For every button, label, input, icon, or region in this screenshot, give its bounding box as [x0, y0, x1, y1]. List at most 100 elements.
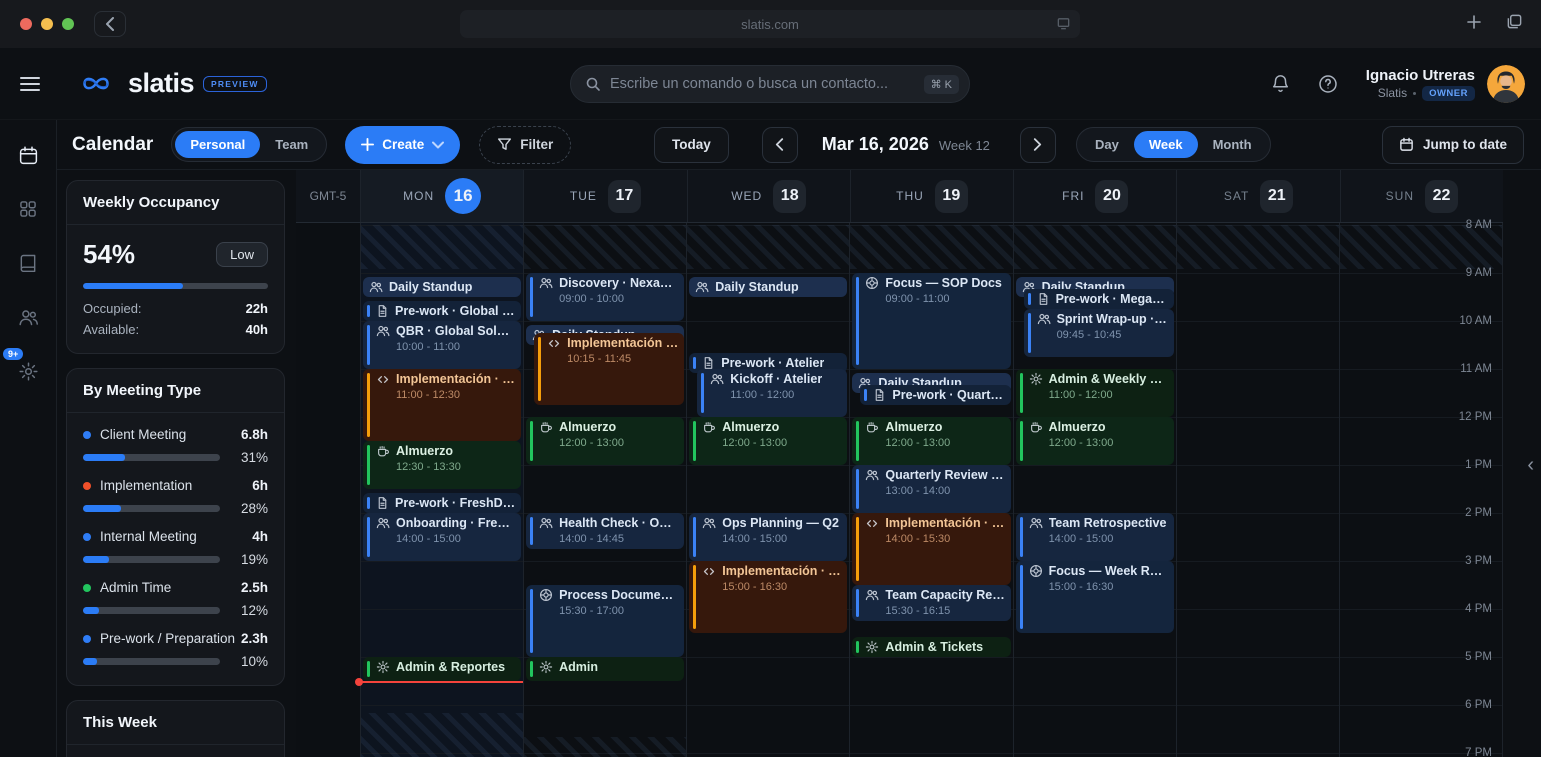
rail-item-calendar[interactable] [9, 136, 47, 174]
hour-gridline [1014, 657, 1176, 658]
help-button[interactable] [1318, 74, 1338, 94]
calendar-event[interactable]: Admin [526, 657, 684, 681]
help-icon [1318, 74, 1338, 94]
day-header-wed[interactable]: WED18 [687, 170, 850, 222]
calendar-event[interactable]: Focus — SOP Docs09:00 - 11:00 [852, 273, 1010, 369]
calendar-event[interactable]: Onboarding · Fresh...14:00 - 15:00 [363, 513, 521, 561]
day-number[interactable]: 19 [935, 180, 968, 213]
today-button[interactable]: Today [654, 127, 729, 163]
calendar-event[interactable]: Almuerzo12:00 - 13:00 [1016, 417, 1174, 465]
minimize-window-button[interactable] [41, 18, 53, 30]
scope-team[interactable]: Team [260, 131, 323, 158]
day-column-wed[interactable]: Daily StandupPre-work · AtelierKickoff ·… [686, 223, 849, 757]
command-search[interactable]: ⌘ K [570, 65, 970, 103]
calendar-event[interactable]: Implementación · N...10:15 - 11:45 [534, 333, 684, 405]
day-header-sun[interactable]: SUN22 [1340, 170, 1503, 222]
calendar-event[interactable]: Process Documenta...15:30 - 17:00 [526, 585, 684, 657]
calendar-event[interactable]: QBR · Global Solutio...10:00 - 11:00 [363, 321, 521, 369]
calendar-event[interactable]: Admin & Tickets [852, 637, 1010, 657]
hour-gridline [1014, 753, 1176, 754]
new-tab-button[interactable] [1466, 14, 1482, 35]
day-number[interactable]: 16 [445, 178, 481, 214]
left-rail: 9+ [0, 120, 57, 757]
calendar-event[interactable]: Discovery · NexaScale09:00 - 10:00 [526, 273, 684, 321]
rail-item-grid[interactable] [9, 190, 47, 228]
avatar[interactable] [1487, 65, 1525, 103]
type-label: Pre-work / Preparation [100, 631, 241, 646]
calendar-event[interactable]: Implementación · At...15:00 - 16:30 [689, 561, 847, 633]
day-column-mon[interactable]: Daily Standup Pre-work · Global So... QBR … [360, 223, 523, 757]
day-number[interactable]: 20 [1095, 180, 1128, 213]
rail-item-gear[interactable]: 9+ [9, 352, 47, 390]
calendar-event[interactable]: Team Retrospective14:00 - 15:00 [1016, 513, 1174, 561]
app-logo[interactable]: slatis PREVIEW [73, 68, 267, 99]
filter-button[interactable]: Filter [479, 126, 571, 164]
calendar-event[interactable]: Quarterly Review · G...13:00 - 14:00 [852, 465, 1010, 513]
calendar-event[interactable]: Almuerzo12:00 - 13:00 [526, 417, 684, 465]
view-day[interactable]: Day [1080, 131, 1134, 158]
rail-item-people[interactable] [9, 298, 47, 336]
collapse-panel-button[interactable]: ‹ [1527, 454, 1534, 477]
reader-mode-icon[interactable] [1056, 16, 1071, 34]
day-column-thu[interactable]: Focus — SOP Docs09:00 - 11:00Daily Stand… [849, 223, 1012, 757]
search-input[interactable] [610, 76, 924, 92]
calendar-event[interactable]: Daily Standup [689, 277, 847, 297]
calendar-event[interactable]: Kickoff · Atelier11:00 - 12:00 [697, 369, 847, 417]
rail-item-book[interactable] [9, 244, 47, 282]
view-month[interactable]: Month [1198, 131, 1267, 158]
create-button[interactable]: Create [345, 126, 460, 164]
calendar-event[interactable]: Admin & Reportes [363, 657, 521, 681]
event-time: 09:00 - 10:00 [559, 293, 679, 305]
day-column-sat[interactable] [1176, 223, 1339, 757]
day-column-fri[interactable]: Daily StandupPre-work · MegaStoreSprint … [1013, 223, 1176, 757]
scope-personal[interactable]: Personal [175, 131, 260, 158]
calendar-event[interactable]: Focus — Week Recap15:00 - 16:30 [1016, 561, 1174, 633]
day-number[interactable]: 22 [1425, 180, 1458, 213]
user-info[interactable]: Ignacio Utreras Slatis OWNER [1366, 67, 1475, 101]
day-header-fri[interactable]: FRI20 [1013, 170, 1176, 222]
calendar-event[interactable]: Almuerzo12:00 - 13:00 [852, 417, 1010, 465]
browser-back-button[interactable] [94, 11, 126, 37]
day-column-sun[interactable] [1339, 223, 1502, 757]
type-percent: 12% [234, 603, 268, 618]
tab-overview-button[interactable] [1506, 13, 1523, 35]
meeting-type-row: Client Meeting6.8h31% [83, 427, 268, 465]
next-week-button[interactable] [1020, 127, 1056, 163]
calendar-event[interactable]: Daily Standup [363, 277, 521, 297]
close-window-button[interactable] [20, 18, 32, 30]
calendar-event[interactable]: Pre-work · Global So... [363, 301, 521, 321]
calendar-event[interactable]: Sprint Wrap-up · Me...09:45 - 10:45 [1024, 309, 1174, 357]
previous-week-button[interactable] [762, 127, 798, 163]
calendar-event[interactable]: Almuerzo12:00 - 13:00 [689, 417, 847, 465]
event-title: Focus — Week Recap [1049, 564, 1169, 578]
calendar-event[interactable]: Admin & Weekly Rep...11:00 - 12:00 [1016, 369, 1174, 417]
day-number[interactable]: 21 [1260, 180, 1293, 213]
jump-to-date-button[interactable]: Jump to date [1382, 126, 1524, 164]
notifications-button[interactable] [1271, 74, 1290, 94]
weekly-occupancy-card: Weekly Occupancy 54% Low Occupied:22h Av… [66, 180, 285, 354]
calendar-event[interactable]: Pre-work · Quarterly... [860, 385, 1010, 405]
focus-icon [539, 588, 553, 602]
day-header-sat[interactable]: SAT21 [1176, 170, 1339, 222]
address-bar[interactable]: slatis.com [460, 10, 1080, 38]
zoom-window-button[interactable] [62, 18, 74, 30]
page: slatis.com slatis PREVIEW [0, 0, 1541, 757]
day-column-tue[interactable]: Discovery · NexaScale09:00 - 10:00Daily … [523, 223, 686, 757]
day-header-thu[interactable]: THU19 [850, 170, 1013, 222]
view-week[interactable]: Week [1134, 131, 1198, 158]
day-number[interactable]: 18 [773, 180, 806, 213]
day-number[interactable]: 17 [608, 180, 641, 213]
type-progress [83, 505, 220, 512]
calendar-event[interactable]: Ops Planning — Q214:00 - 15:00 [689, 513, 847, 561]
menu-button[interactable] [20, 73, 40, 95]
calendar-event[interactable]: Team Capacity Revi...15:30 - 16:15 [852, 585, 1010, 621]
calendar-event[interactable]: Health Check · Omni...14:00 - 14:45 [526, 513, 684, 549]
calendar-event[interactable]: Implementación · M...14:00 - 15:30 [852, 513, 1010, 585]
day-header-tue[interactable]: TUE17 [523, 170, 686, 222]
calendar-event[interactable]: Implementación · Q...11:00 - 12:30 [363, 369, 521, 441]
day-header-mon[interactable]: MON16 [360, 170, 523, 222]
calendar-event[interactable]: Almuerzo12:30 - 13:30 [363, 441, 521, 489]
calendar-event[interactable]: Pre-work · MegaStore [1024, 289, 1174, 309]
calendar-event[interactable]: Pre-work · FreshDesk [363, 493, 521, 513]
event-title: Pre-work · Global So... [395, 304, 516, 318]
